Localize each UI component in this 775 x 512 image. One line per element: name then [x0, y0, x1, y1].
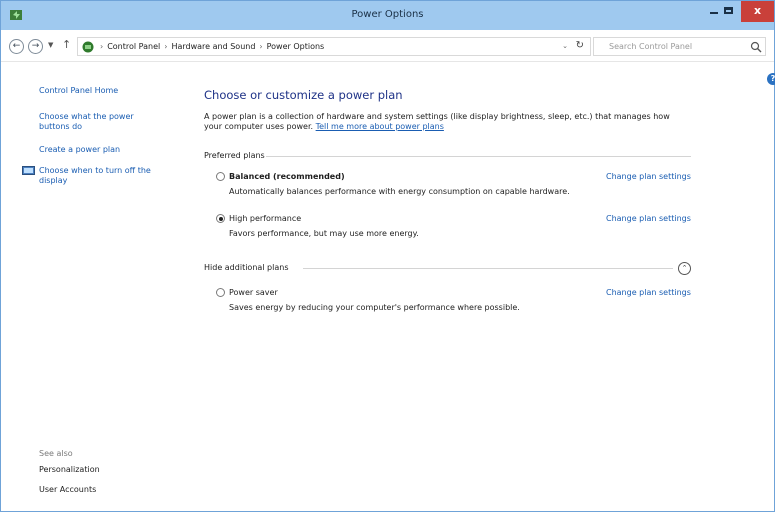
- breadcrumb-separator: ›: [100, 42, 104, 51]
- power-saver-radio[interactable]: [216, 288, 225, 297]
- plan-name[interactable]: High performance: [229, 214, 301, 223]
- plan-description: Favors performance, but may use more ene…: [229, 229, 419, 238]
- divider: [303, 268, 673, 269]
- page-title: Choose or customize a power plan: [204, 88, 403, 102]
- breadcrumb-path: › Control Panel › Hardware and Sound › P…: [100, 42, 324, 51]
- change-plan-settings-link[interactable]: Change plan settings: [606, 214, 691, 223]
- learn-more-link[interactable]: Tell me more about power plans: [316, 122, 444, 131]
- search-box[interactable]: Search Control Panel: [593, 37, 766, 56]
- breadcrumb-separator: ›: [259, 42, 263, 51]
- left-pane: Control Panel Home Choose what the power…: [1, 62, 191, 512]
- title-bar: Power Options x: [1, 1, 774, 30]
- breadcrumb-hardware-and-sound[interactable]: Hardware and Sound: [171, 42, 255, 51]
- choose-power-buttons-link[interactable]: Choose what the power buttons do: [39, 112, 157, 132]
- plan-description: Automatically balances performance with …: [229, 187, 570, 196]
- change-plan-settings-link[interactable]: Change plan settings: [606, 172, 691, 181]
- breadcrumb-separator: ›: [164, 42, 168, 51]
- search-input[interactable]: Search Control Panel: [609, 42, 692, 51]
- search-icon[interactable]: [750, 41, 762, 53]
- maximize-button[interactable]: [715, 1, 741, 22]
- user-accounts-link[interactable]: User Accounts: [39, 485, 96, 494]
- plan-name[interactable]: Balanced (recommended): [229, 172, 345, 181]
- preferred-plans-label: Preferred plans: [204, 151, 265, 160]
- plan-name[interactable]: Power saver: [229, 288, 278, 297]
- control-panel-home-link[interactable]: Control Panel Home: [39, 86, 118, 95]
- change-plan-settings-link[interactable]: Change plan settings: [606, 288, 691, 297]
- up-icon[interactable]: ↑: [62, 38, 71, 51]
- close-button[interactable]: x: [741, 1, 774, 22]
- turn-off-display-link[interactable]: Choose when to turn off the display: [39, 166, 167, 186]
- refresh-icon[interactable]: ↻: [576, 40, 584, 51]
- window-title: Power Options: [351, 9, 424, 20]
- breadcrumb-power-options[interactable]: Power Options: [267, 42, 325, 51]
- see-also-label: See also: [39, 449, 73, 458]
- divider: [266, 156, 691, 157]
- create-power-plan-link[interactable]: Create a power plan: [39, 145, 120, 154]
- address-chevron-down-icon[interactable]: ⌄: [562, 42, 568, 50]
- back-icon: ←: [12, 41, 21, 51]
- address-bar: ← → ▼ ↑ › Control Panel › Hardware and S…: [1, 30, 774, 62]
- hide-additional-plans-label[interactable]: Hide additional plans: [204, 263, 289, 272]
- back-button[interactable]: ←: [9, 39, 24, 54]
- close-icon: x: [753, 4, 762, 17]
- plan-description: Saves energy by reducing your computer's…: [229, 303, 520, 312]
- personalization-link[interactable]: Personalization: [39, 465, 100, 474]
- collapse-icon[interactable]: ⌃: [678, 262, 691, 275]
- forward-button[interactable]: →: [28, 39, 43, 54]
- high-performance-radio[interactable]: [216, 214, 225, 223]
- recent-pages-chevron-down-icon[interactable]: ▼: [48, 41, 53, 49]
- breadcrumb[interactable]: › Control Panel › Hardware and Sound › P…: [77, 37, 591, 56]
- display-icon: [22, 166, 35, 175]
- power-options-window: Power Options x ← → ▼ ↑ › Control Panel …: [0, 0, 775, 512]
- forward-icon: →: [31, 41, 40, 51]
- balanced-radio[interactable]: [216, 172, 225, 181]
- control-panel-icon: [82, 41, 94, 53]
- maximize-icon: [724, 7, 733, 14]
- breadcrumb-control-panel[interactable]: Control Panel: [107, 42, 160, 51]
- main-content: Choose or customize a power plan A power…: [191, 62, 771, 512]
- page-description: A power plan is a collection of hardware…: [204, 112, 684, 132]
